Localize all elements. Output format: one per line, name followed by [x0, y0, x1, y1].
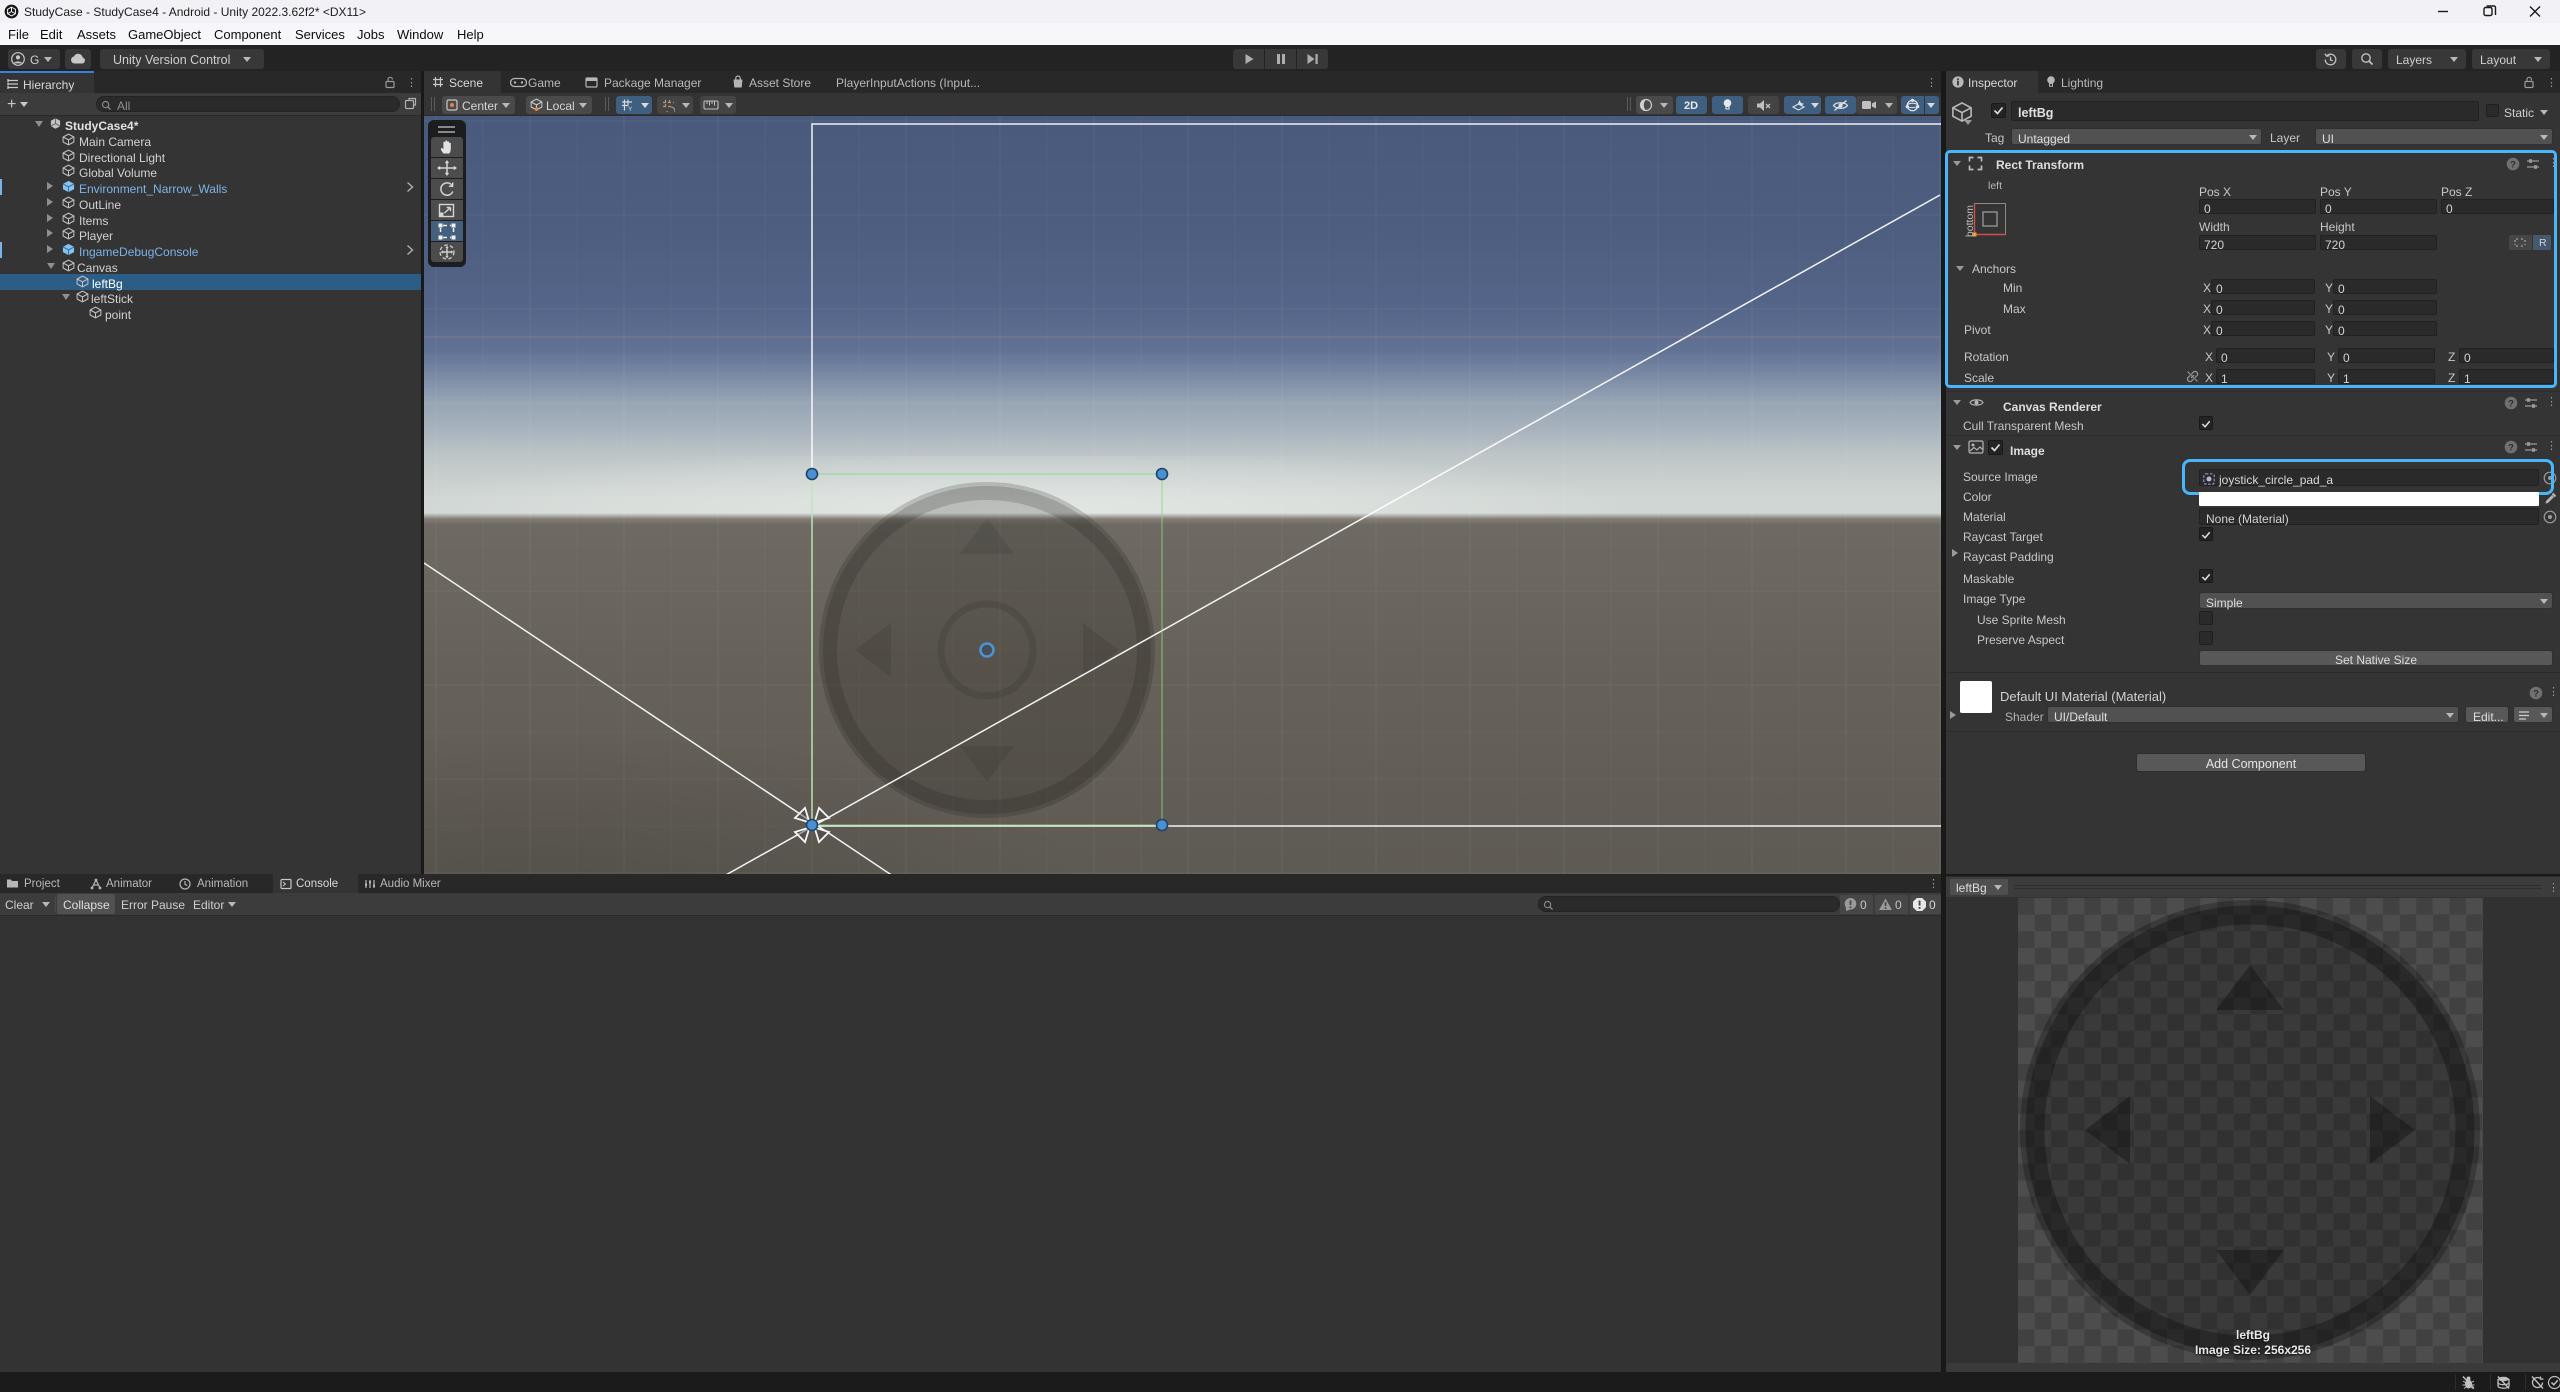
svg-text:?: ?	[2533, 688, 2539, 699]
svg-text:?: ?	[2508, 442, 2514, 453]
svg-text:?: ?	[2508, 398, 2514, 409]
svg-text:?: ?	[2510, 159, 2516, 170]
svg-text:Y: Y	[628, 106, 633, 112]
